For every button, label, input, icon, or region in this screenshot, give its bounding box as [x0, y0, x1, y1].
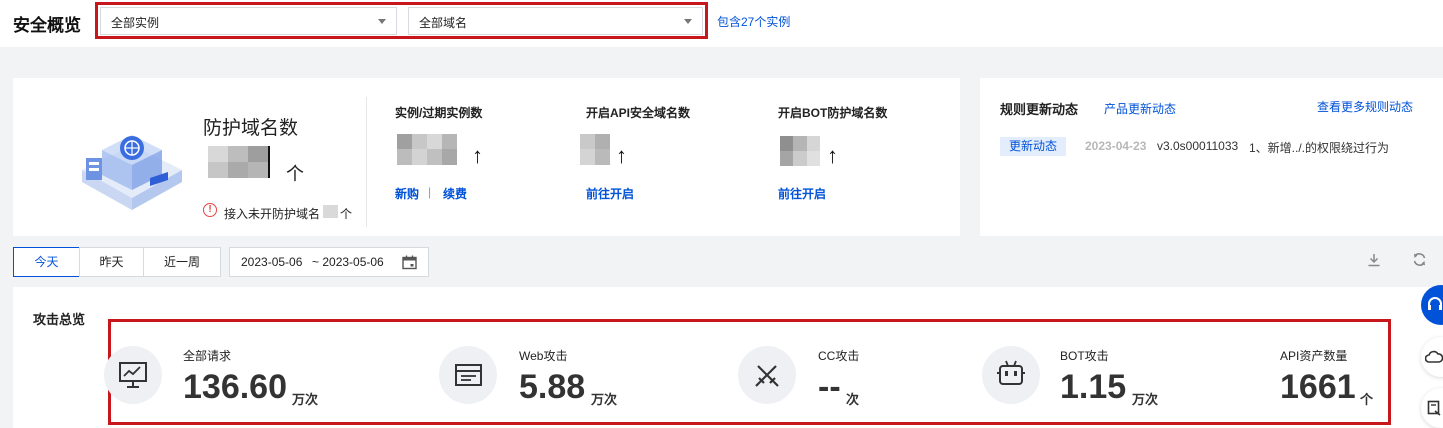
stat-value: 136.60: [183, 368, 287, 406]
bot-enable-link[interactable]: 前往开启: [778, 185, 826, 202]
stat-label: CC攻击: [818, 349, 860, 363]
link-separator: |: [428, 185, 432, 199]
bot-domain-label: 开启BOT防护域名数: [778, 106, 888, 120]
instance-count-label: 实例/过期实例数: [395, 106, 483, 120]
instance-count-value-blurred: [397, 134, 457, 165]
unprotected-domain-text: 接入未开防护域名: [224, 207, 321, 221]
headset-icon: [1428, 297, 1442, 310]
unprotected-count-blurred: [323, 205, 338, 218]
update-tag: 更新动态: [1000, 137, 1066, 156]
stat-value: 1.15: [1060, 368, 1127, 406]
up-arrow-icon: ↑: [472, 143, 483, 168]
instance-select[interactable]: 全部实例: [100, 7, 397, 35]
buy-link[interactable]: 新购: [395, 185, 419, 202]
stat-value: 5.88: [519, 368, 586, 406]
end-date: ~ 2023-05-06: [312, 255, 384, 269]
stat-unit: 次: [846, 392, 860, 407]
rules-update-title: 规则更新动态: [1000, 102, 1079, 117]
stat-label: 全部请求: [183, 349, 232, 363]
update-content: 1、新增../.的权限绕过行为: [1249, 141, 1390, 155]
download-icon[interactable]: [1367, 253, 1381, 267]
crossed-swords-icon: [755, 365, 779, 387]
api-count-value-blurred: [580, 134, 610, 165]
domain-select-value: 全部域名: [419, 16, 468, 30]
tab-today[interactable]: 今天: [13, 247, 80, 277]
instance-select-value: 全部实例: [111, 16, 160, 30]
domain-count-unit: 个: [286, 164, 304, 184]
tab-week[interactable]: 近一周: [143, 247, 221, 277]
text-cursor: [268, 146, 270, 178]
card-divider: [366, 97, 367, 227]
monitor-chart-icon: [119, 362, 147, 388]
calendar-icon: [402, 255, 417, 270]
attack-overview-title: 攻击总览: [33, 312, 86, 327]
web-window-icon: [455, 364, 482, 386]
book-icon: [1427, 400, 1441, 416]
stat-unit: 万次: [292, 392, 319, 407]
unprotected-count-unit: 个: [340, 207, 353, 221]
renew-link[interactable]: 续费: [443, 185, 467, 202]
page-title: 安全概览: [13, 16, 81, 35]
update-date: 2023-04-23: [1085, 139, 1147, 153]
more-rules-link[interactable]: 查看更多规则动态: [1317, 98, 1413, 115]
stat-unit: 万次: [591, 392, 618, 407]
chevron-down-icon: [378, 19, 386, 24]
stat-value: --: [818, 368, 841, 406]
domain-count-value-blurred: [208, 146, 268, 178]
domain-select[interactable]: 全部域名: [408, 7, 703, 35]
stat-unit: 万次: [1132, 392, 1159, 407]
date-range-picker[interactable]: 2023-05-06 ~ 2023-05-06: [229, 247, 429, 277]
product-update-link[interactable]: 产品更新动态: [1104, 100, 1176, 117]
update-version: v3.0s00011033: [1157, 139, 1239, 153]
start-date: 2023-05-06: [241, 255, 303, 269]
cloud-icon: [1425, 350, 1443, 363]
up-arrow-icon: ↑: [616, 143, 627, 168]
bot-count-value-blurred: [780, 136, 820, 166]
tab-yesterday[interactable]: 昨天: [79, 247, 144, 277]
up-arrow-icon: ↑: [827, 143, 838, 168]
stat-unit: 个: [1360, 392, 1374, 407]
stat-value: 1661: [1280, 368, 1356, 406]
domain-count-title: 防护域名数: [203, 118, 299, 139]
warning-icon: !: [203, 203, 217, 217]
stat-label: Web攻击: [519, 349, 568, 363]
refresh-icon[interactable]: [1412, 252, 1427, 267]
stat-label: API资产数量: [1280, 349, 1348, 363]
chevron-down-icon: [684, 19, 692, 24]
stat-label: BOT攻击: [1060, 349, 1109, 363]
protection-illustration-icon: [82, 135, 182, 210]
api-domain-label: 开启API安全域名数: [586, 106, 691, 120]
instance-count-link[interactable]: 包含27个实例: [717, 13, 790, 30]
robot-icon: [997, 360, 1025, 385]
api-enable-link[interactable]: 前往开启: [586, 185, 634, 202]
